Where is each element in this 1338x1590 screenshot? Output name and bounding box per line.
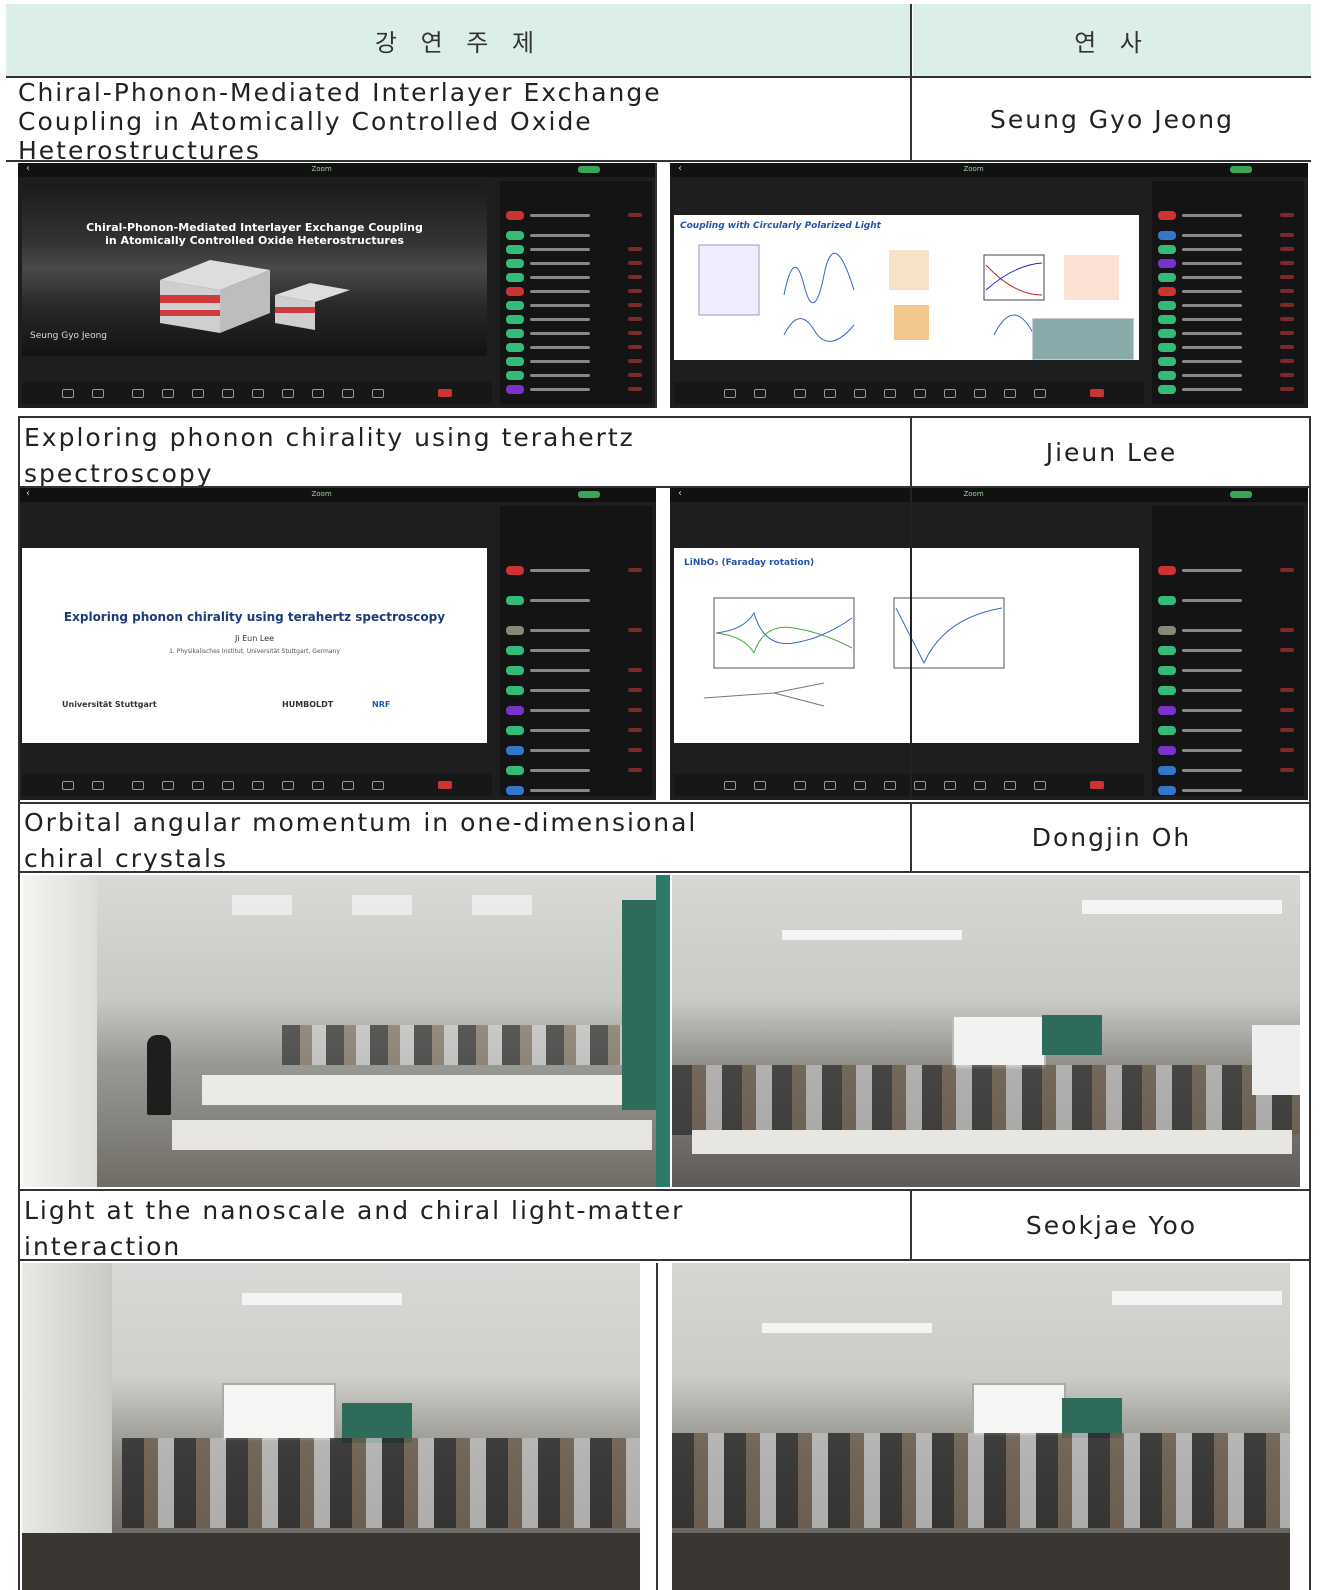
- column-divider: [910, 488, 912, 800]
- column-divider: [910, 418, 912, 486]
- lecture-photo-3: [22, 1263, 640, 1590]
- column-divider: [910, 1191, 912, 1259]
- zoom-screenshot-3: ‹ Zoom Exploring phonon chirality using …: [18, 488, 656, 800]
- battery-icon: [578, 166, 600, 173]
- slide-title: Chiral-Phonon-Mediated Interlayer Exchan…: [22, 221, 487, 247]
- topic-line: Light at the nanoscale and chiral light-…: [24, 1196, 685, 1225]
- column-divider: [910, 4, 912, 161]
- participants-panel: [1152, 181, 1304, 404]
- zoom-label: Zoom: [311, 490, 332, 498]
- slide-plots-graphic: [703, 597, 1005, 707]
- topic-line: Exploring phonon chirality using teraher…: [24, 423, 635, 452]
- slide-heading: LiNbO₃ (Faraday rotation): [684, 558, 815, 568]
- status-bar: ‹ Zoom: [670, 488, 1308, 502]
- speaker-name: Seung Gyo Jeong: [990, 104, 1234, 134]
- speaker-name: Jieun Lee: [1045, 437, 1178, 467]
- slide-title: Exploring phonon chirality using teraher…: [63, 610, 446, 624]
- zoom-label: Zoom: [963, 490, 984, 498]
- meeting-toolbar: [22, 774, 492, 796]
- back-chevron-icon: ‹: [678, 163, 682, 174]
- battery-icon: [1230, 166, 1252, 173]
- zoom-screenshot-1: ‹ Zoom Chiral-Phonon-Mediated Interlayer…: [18, 163, 656, 408]
- battery-icon: [1230, 491, 1252, 498]
- lecture-photo-4: [672, 1263, 1290, 1590]
- lecture-photo-1: [22, 875, 656, 1187]
- column-divider: [656, 875, 670, 1187]
- topic-cell-2: Exploring phonon chirality using teraher…: [18, 418, 911, 488]
- speaker-cell-4: Seokjae Yoo: [913, 1191, 1310, 1259]
- battery-icon: [578, 491, 600, 498]
- zoom-screenshot-2: ‹ Zoom Coupling with Circularly Polarize…: [670, 163, 1308, 408]
- topic-cell-1: Chiral-Phonon-Mediated Interlayer Exchan…: [6, 77, 911, 165]
- topic-line: Coupling in Atomically Controlled Oxide: [18, 107, 593, 136]
- lecture-photo-2: [672, 875, 1300, 1187]
- speaker-cell-1: Seung Gyo Jeong: [913, 77, 1311, 161]
- divider: [6, 76, 1311, 78]
- slide-1: Chiral-Phonon-Mediated Interlayer Exchan…: [22, 181, 487, 356]
- speaker-name: Seokjae Yoo: [1025, 1210, 1198, 1240]
- column-divider: [1309, 416, 1311, 1590]
- participants-panel: [500, 181, 652, 404]
- status-bar: ‹ Zoom: [18, 488, 656, 502]
- meeting-toolbar: [22, 382, 492, 404]
- table-header-topic: 강 연 주 제: [6, 4, 911, 76]
- slide-4: LiNbO₃ (Faraday rotation): [674, 548, 1139, 743]
- video-thumbnail: [1032, 318, 1134, 360]
- meeting-toolbar: [674, 774, 1144, 796]
- speaker-cell-2: Jieun Lee: [913, 418, 1310, 486]
- topic-line: Chiral-Phonon-Mediated Interlayer Exchan…: [18, 78, 662, 107]
- slide-affiliation: 1. Physikalisches Institut, Universität …: [169, 648, 340, 655]
- lattice-cubes-graphic: [160, 260, 350, 333]
- status-bar: ‹ Zoom: [670, 163, 1308, 177]
- slide-title-line: in Atomically Controlled Oxide Heterostr…: [105, 234, 404, 247]
- column-divider: [655, 163, 657, 408]
- topic-cell-4: Light at the nanoscale and chiral light-…: [18, 1191, 911, 1261]
- slide-author: Ji Eun Lee: [234, 634, 275, 643]
- logo-nrf: NRF: [372, 700, 391, 709]
- column-divider: [18, 416, 20, 1590]
- logo-humboldt: HUMBOLDT: [282, 700, 334, 709]
- zoom-label: Zoom: [963, 165, 984, 173]
- slide-3: Exploring phonon chirality using teraher…: [22, 548, 487, 743]
- status-bar: ‹ Zoom: [18, 163, 656, 177]
- back-chevron-icon: ‹: [26, 488, 30, 499]
- slide-speaker: Seung Gyo Jeong: [30, 331, 108, 341]
- header-speaker-label: 연 사: [1074, 28, 1150, 57]
- divider: [18, 871, 1310, 873]
- zoom-label: Zoom: [311, 165, 332, 173]
- participants-panel: [1152, 506, 1304, 796]
- participants-panel: [500, 506, 652, 796]
- zoom-screenshot-4: ‹ Zoom LiNbO₃ (Faraday rotation): [670, 488, 1308, 800]
- speaker-name: Dongjin Oh: [1031, 822, 1192, 852]
- slide-title-line: Chiral-Phonon-Mediated Interlayer Exchan…: [86, 221, 423, 234]
- column-divider: [910, 803, 912, 871]
- column-divider: [656, 1263, 658, 1590]
- slide-heading: Coupling with Circularly Polarized Light: [680, 221, 881, 231]
- speaker-cell-3: Dongjin Oh: [913, 803, 1310, 871]
- table-header-speaker: 연 사: [913, 4, 1311, 76]
- divider: [18, 486, 1310, 488]
- divider: [6, 160, 1311, 162]
- topic-cell-3: Orbital angular momentum in one-dimensio…: [18, 803, 911, 873]
- back-chevron-icon: ‹: [678, 488, 682, 499]
- slide-2: Coupling with Circularly Polarized Light: [674, 215, 1139, 360]
- meeting-toolbar: [674, 382, 1144, 404]
- divider: [18, 1259, 1310, 1261]
- header-topic-label: 강 연 주 제: [374, 28, 543, 57]
- logo-stuttgart: Universität Stuttgart: [62, 700, 157, 709]
- back-chevron-icon: ‹: [26, 163, 30, 174]
- topic-line: Orbital angular momentum in one-dimensio…: [24, 808, 698, 837]
